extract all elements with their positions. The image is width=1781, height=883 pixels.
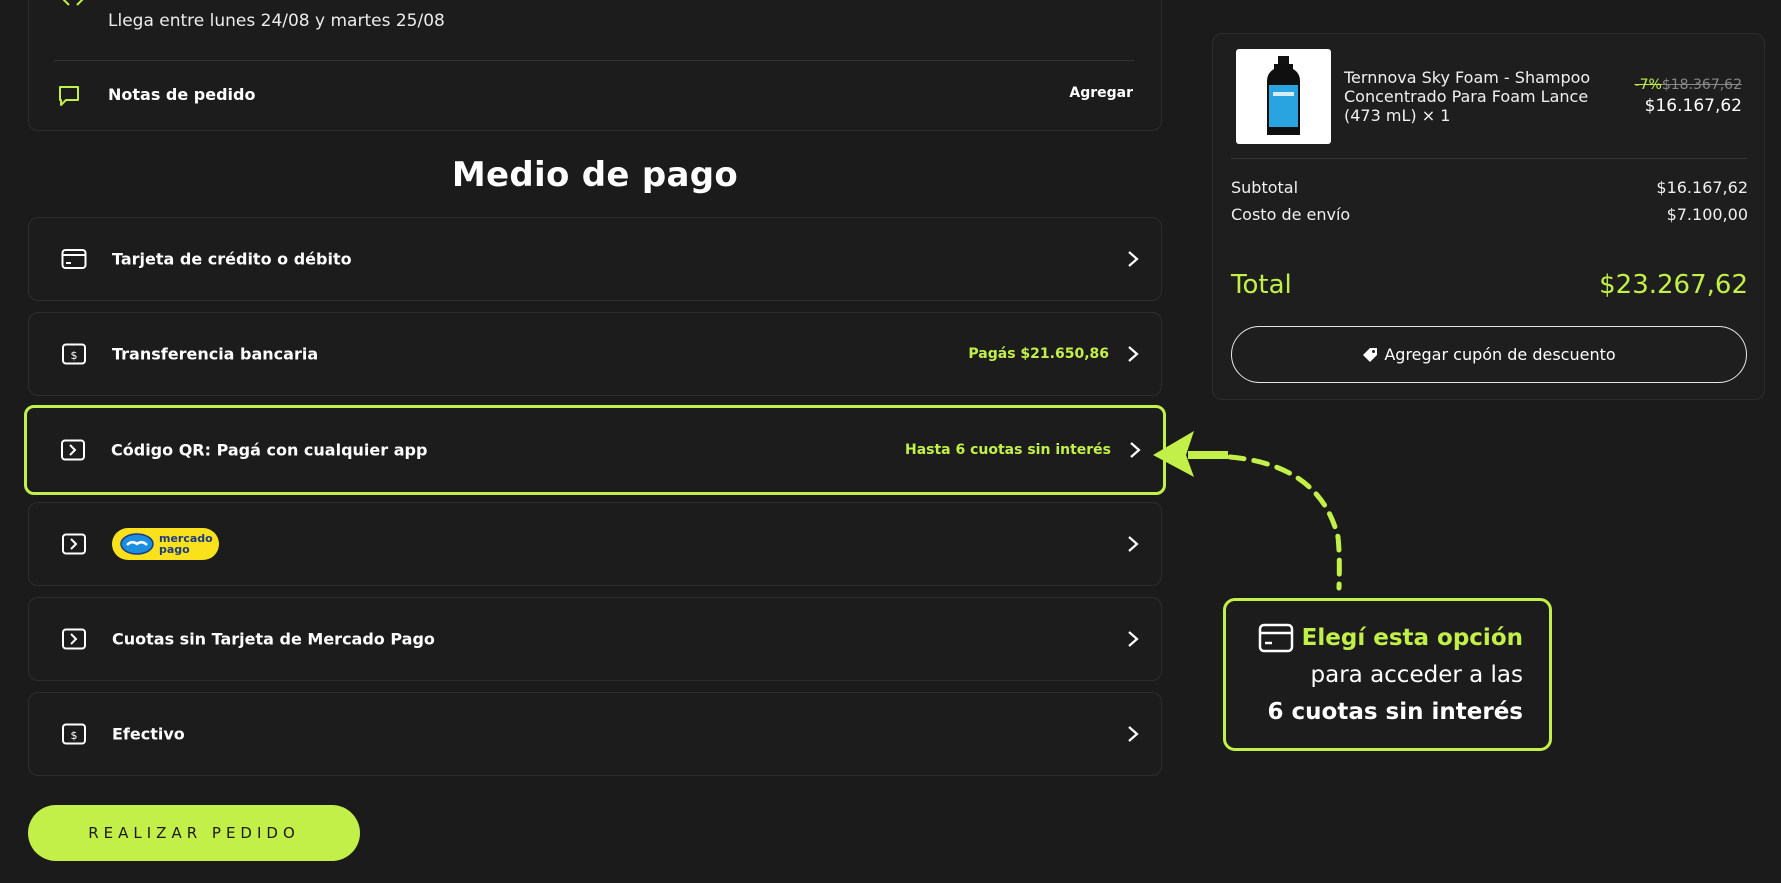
payment-method-mercadopago[interactable]: mercado pago [28, 502, 1162, 586]
shampoo-bottle-icon [1267, 56, 1300, 135]
payment-method-note: Pagás $21.650,86 [968, 346, 1109, 362]
product-price: $16.167,62 [1644, 96, 1742, 116]
message-icon [59, 86, 79, 106]
product-image [1236, 49, 1331, 144]
subtotal-value: $16.167,62 [1656, 178, 1748, 197]
subtotal-label: Subtotal [1231, 178, 1299, 197]
arrival-text: Llega entre lunes 24/08 y martes 25/08 [108, 11, 445, 31]
bank-transfer-icon: $ [62, 343, 86, 365]
chevron-right-icon [1130, 442, 1141, 458]
add-coupon-button[interactable]: Agregar cupón de descuento [1231, 326, 1747, 383]
payment-section-title: Medio de pago [451, 155, 739, 195]
payment-method-label: Código QR: Pagá con cualquier app [111, 440, 428, 460]
svg-text:$: $ [71, 349, 78, 362]
qr-redirect-icon [61, 439, 85, 461]
add-notes-link[interactable]: Agregar [1069, 85, 1133, 101]
chevron-right-icon [1128, 726, 1139, 742]
product-old-price: -7%$18.367,62 [1635, 77, 1742, 93]
mercadopago-logo: mercado pago [112, 528, 219, 560]
payment-method-credit-card[interactable]: Tarjeta de crédito o débito [28, 217, 1162, 301]
payment-method-label: Tarjeta de crédito o débito [112, 249, 352, 269]
payment-method-qr-code[interactable]: Código QR: Pagá con cualquier app Hasta … [24, 405, 1166, 495]
svg-text:$: $ [71, 729, 78, 742]
mercadopago-line2: pago [159, 543, 190, 556]
truck-icon [62, 0, 84, 6]
place-order-button[interactable]: REALIZAR PEDIDO [28, 805, 360, 861]
annotation-arrow [1153, 431, 1342, 591]
shipping-cost-label: Costo de envío [1231, 205, 1351, 224]
coupon-label: Agregar cupón de descuento [1384, 345, 1616, 364]
callout-line3: 6 cuotas sin interés [1267, 699, 1523, 725]
payment-method-bank-transfer[interactable]: $ Transferencia bancaria Pagás $21.650,8… [28, 312, 1162, 396]
discount-percent: -7% [1634, 77, 1662, 93]
payment-method-cash[interactable]: $ Efectivo [28, 692, 1162, 776]
divider [1231, 158, 1747, 159]
installments-callout: Elegí esta opción para acceder a las 6 c… [1223, 598, 1552, 751]
handshake-icon [120, 533, 154, 555]
redirect-icon [62, 628, 86, 650]
payment-method-mercadopago-installments[interactable]: Cuotas sin Tarjeta de Mercado Pago [28, 597, 1162, 681]
chevron-right-icon [1128, 251, 1139, 267]
cash-icon: $ [62, 723, 86, 745]
payment-method-label: Transferencia bancaria [112, 344, 319, 364]
shipping-card: Llega entre lunes 24/08 y martes 25/08 N… [28, 0, 1162, 131]
payment-method-label: Efectivo [112, 724, 185, 744]
total-label: Total [1231, 270, 1292, 300]
callout-line1: Elegí esta opción [1301, 625, 1523, 651]
payment-method-label: Cuotas sin Tarjeta de Mercado Pago [112, 629, 435, 649]
total-value: $23.267,62 [1599, 270, 1748, 300]
shipping-cost-value: $7.100,00 [1666, 205, 1748, 224]
chevron-right-icon [1128, 631, 1139, 647]
chevron-right-icon [1128, 536, 1139, 552]
callout-line2: para acceder a las [1310, 662, 1523, 688]
old-price-value: $18.367,62 [1661, 77, 1742, 93]
product-name: Ternnova Sky Foam - Shampoo Concentrado … [1344, 68, 1591, 125]
divider [54, 60, 1134, 61]
redirect-icon [62, 533, 86, 555]
tag-icon [1363, 347, 1378, 362]
chevron-right-icon [1128, 346, 1139, 362]
order-summary: Ternnova Sky Foam - Shampoo Concentrado … [1212, 33, 1765, 400]
order-notes-label: Notas de pedido [108, 85, 256, 104]
credit-card-icon [1258, 623, 1294, 653]
payment-method-note: Hasta 6 cuotas sin interés [904, 442, 1111, 458]
credit-card-icon [61, 249, 87, 269]
